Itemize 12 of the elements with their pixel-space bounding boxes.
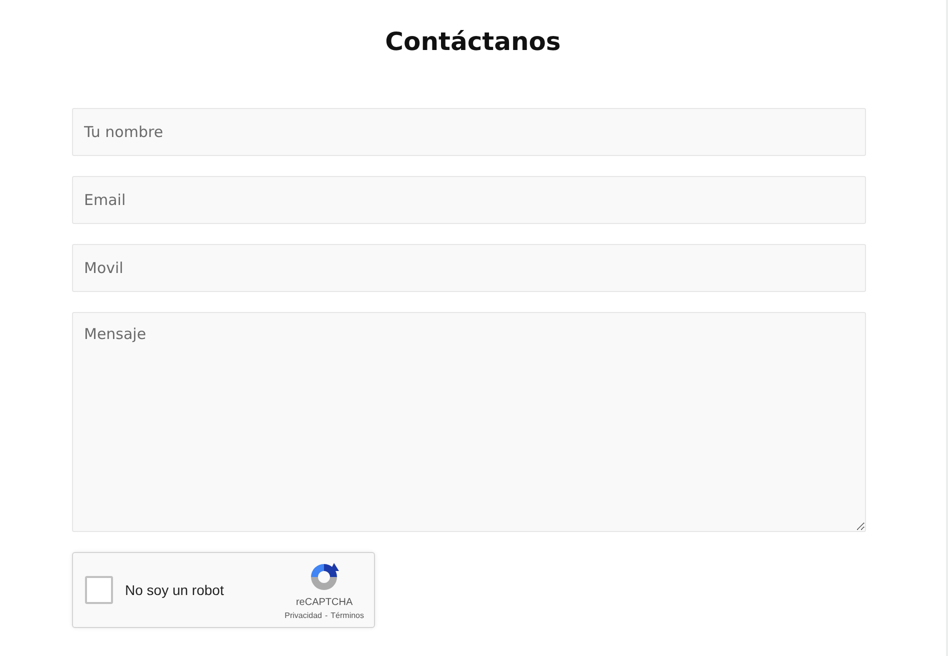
captcha-label: No soy un robot [125, 582, 225, 598]
input-field[interactable]: Movil [72, 244, 866, 292]
recaptcha-logo-icon [308, 560, 340, 592]
captcha-checkbox[interactable] [85, 576, 113, 604]
input-field[interactable]: Email [72, 176, 866, 224]
captcha-brand: reCAPTCHA [296, 596, 353, 608]
terms-link[interactable]: Términos [330, 610, 364, 620]
message-field[interactable]: Mensaje [72, 312, 866, 532]
separator: - [324, 610, 328, 620]
input-field[interactable]: Tu nombre [72, 108, 866, 156]
page-title: Contáctanos [385, 26, 561, 58]
privacy-link[interactable]: Privacidad [284, 610, 322, 620]
